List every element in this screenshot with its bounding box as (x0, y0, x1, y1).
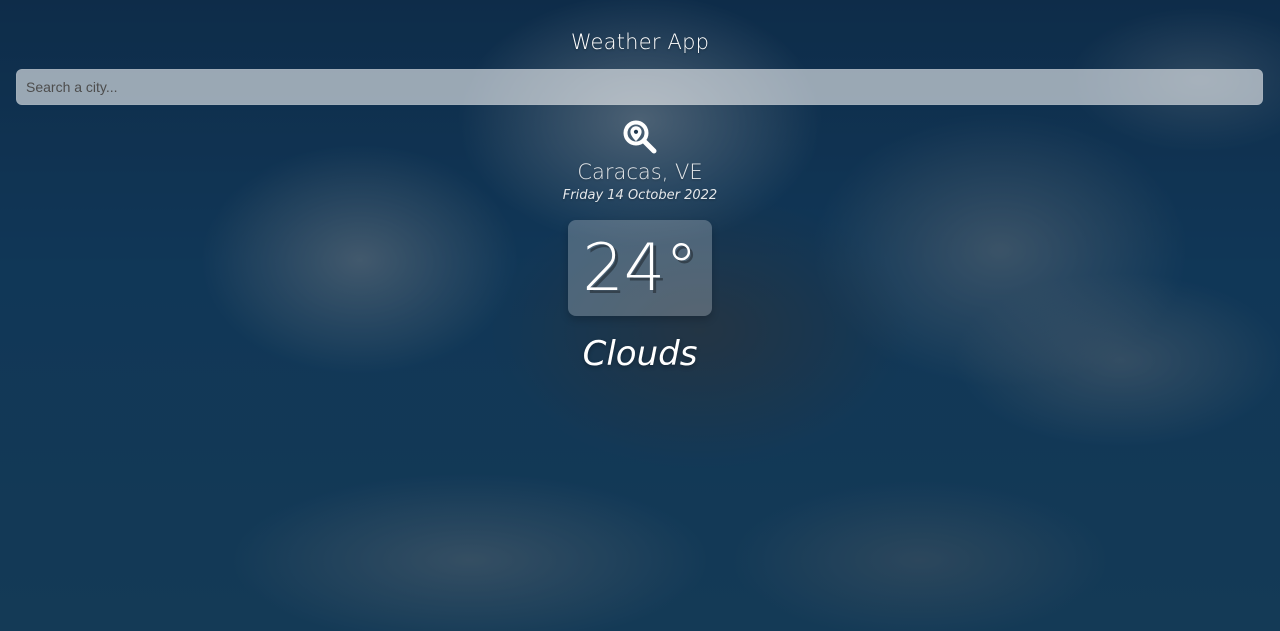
weather-app: Weather App Caracas, VE Friday 14 Octobe… (0, 0, 1280, 631)
weather-condition: Clouds (582, 334, 698, 374)
city-location: Caracas, VE (577, 160, 703, 184)
current-date: Friday 14 October 2022 (562, 188, 718, 203)
weather-panel: Caracas, VE Friday 14 October 2022 24° C… (0, 118, 1280, 374)
temperature-card: 24° (568, 220, 712, 316)
search-bar (16, 69, 1263, 105)
search-location-icon[interactable] (621, 118, 659, 156)
page-title: Weather App (570, 30, 710, 54)
temperature-value: 24° (582, 230, 698, 306)
search-input[interactable] (16, 69, 1263, 105)
